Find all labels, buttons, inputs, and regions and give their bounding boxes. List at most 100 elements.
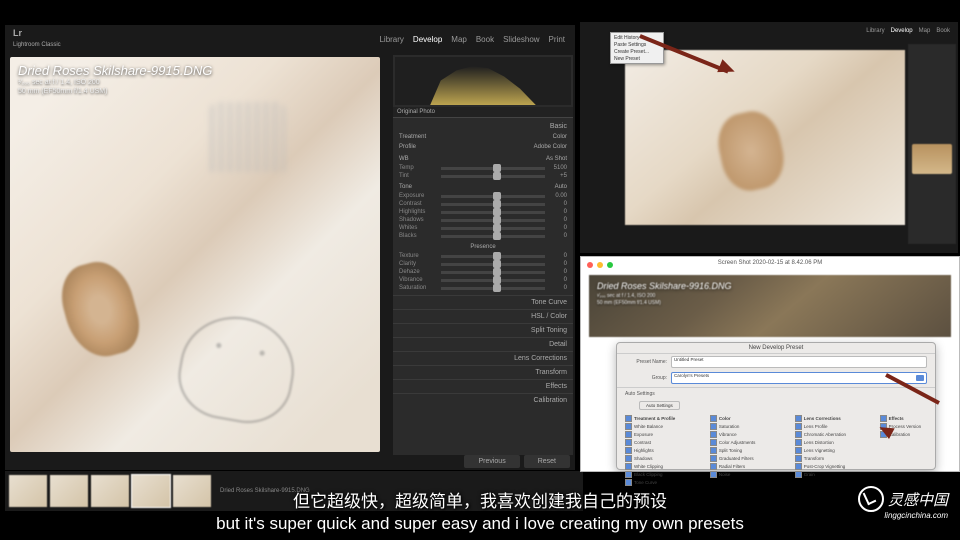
tint-slider[interactable]: Tint+5 xyxy=(399,172,567,180)
checkbox-icon[interactable] xyxy=(625,423,632,430)
slider-track[interactable] xyxy=(441,255,545,258)
checkbox-icon[interactable] xyxy=(625,463,632,470)
checkbox-icon[interactable] xyxy=(795,455,802,462)
panel-split-toning[interactable]: Split Toning xyxy=(393,323,573,337)
checkbox-icon[interactable] xyxy=(795,423,802,430)
preset-option[interactable]: Saturation xyxy=(710,422,789,430)
checkbox-icon[interactable] xyxy=(625,431,632,438)
histogram[interactable] xyxy=(395,57,571,105)
preset-option[interactable]: White Balance xyxy=(625,422,704,430)
preset-option[interactable]: Vibrance xyxy=(710,430,789,438)
slider-track[interactable] xyxy=(441,195,545,198)
module-book-2[interactable]: Book xyxy=(936,28,950,34)
checkbox-icon[interactable] xyxy=(710,471,717,478)
preset-option[interactable]: Shadows xyxy=(625,454,704,462)
slider-track[interactable] xyxy=(441,211,545,214)
close-icon[interactable] xyxy=(587,262,593,268)
panel-tone-curve[interactable]: Tone Curve xyxy=(393,295,573,309)
preset-option[interactable]: Contrast xyxy=(625,438,704,446)
checkbox-icon[interactable] xyxy=(710,455,717,462)
preset-option[interactable]: Grain xyxy=(795,470,874,478)
panel-calibration[interactable]: Calibration xyxy=(393,393,573,407)
checkbox-icon[interactable] xyxy=(625,447,632,454)
slider-thumb[interactable] xyxy=(493,232,501,240)
preset-option[interactable]: Lens Distortion xyxy=(795,438,874,446)
preset-option[interactable]: Exposure xyxy=(625,430,704,438)
slider-track[interactable] xyxy=(441,227,545,230)
preset-option[interactable]: Color Adjustments xyxy=(710,438,789,446)
checkbox-icon[interactable] xyxy=(625,471,632,478)
vibrance-slider[interactable]: Vibrance0 xyxy=(399,276,567,284)
preset-option[interactable]: Transform xyxy=(795,454,874,462)
panel-detail[interactable]: Detail xyxy=(393,337,573,351)
main-photo-canvas[interactable]: Dried Roses Skilshare-9915.DNG ¹⁄₂₀₀ sec… xyxy=(10,57,380,452)
module-develop[interactable]: Develop xyxy=(413,35,442,44)
secondary-photo-canvas[interactable] xyxy=(625,50,905,225)
checkbox-icon[interactable] xyxy=(710,431,717,438)
slider-thumb[interactable] xyxy=(493,172,501,180)
previous-button[interactable]: Previous xyxy=(464,455,519,468)
slider-thumb[interactable] xyxy=(493,260,501,268)
preset-option[interactable]: Lens Profile xyxy=(795,422,874,430)
slider-thumb[interactable] xyxy=(493,284,501,292)
preset-option[interactable]: Radial Filters xyxy=(710,462,789,470)
checkbox-icon[interactable] xyxy=(795,463,802,470)
clarity-slider[interactable]: Clarity0 xyxy=(399,260,567,268)
wb-value[interactable]: As Shot xyxy=(546,156,567,162)
module-library[interactable]: Library xyxy=(379,35,403,44)
whites-slider[interactable]: Whites0 xyxy=(399,224,567,232)
preset-option[interactable]: White Clipping xyxy=(625,462,704,470)
slider-thumb[interactable] xyxy=(493,208,501,216)
checkbox-icon[interactable] xyxy=(710,415,717,422)
module-map[interactable]: Map xyxy=(451,35,467,44)
panel-lens-corrections[interactable]: Lens Corrections xyxy=(393,351,573,365)
module-print[interactable]: Print xyxy=(549,35,565,44)
checkbox-icon[interactable] xyxy=(710,447,717,454)
blacks-slider[interactable]: Blacks0 xyxy=(399,232,567,240)
auto-button[interactable]: Auto xyxy=(555,184,567,190)
slider-track[interactable] xyxy=(441,203,545,206)
slider-thumb[interactable] xyxy=(493,276,501,284)
profile-value[interactable]: Adobe Color xyxy=(534,144,567,150)
panel-effects[interactable]: Effects xyxy=(393,379,573,393)
module-library-2[interactable]: Library xyxy=(866,28,884,34)
checkbox-icon[interactable] xyxy=(710,463,717,470)
preset-option[interactable]: Split Toning xyxy=(710,446,789,454)
texture-slider[interactable]: Texture0 xyxy=(399,252,567,260)
reset-button[interactable]: Reset xyxy=(524,455,570,468)
preset-option[interactable]: Noise xyxy=(710,470,789,478)
slider-thumb[interactable] xyxy=(493,200,501,208)
slider-track[interactable] xyxy=(441,219,545,222)
checkbox-icon[interactable] xyxy=(795,471,802,478)
slider-thumb[interactable] xyxy=(493,224,501,232)
slider-thumb[interactable] xyxy=(493,252,501,260)
shadows-slider[interactable]: Shadows0 xyxy=(399,216,567,224)
exposure-slider[interactable]: Exposure0.00 xyxy=(399,192,567,200)
checkbox-icon[interactable] xyxy=(710,423,717,430)
slider-track[interactable] xyxy=(441,235,545,238)
treatment-value[interactable]: Color xyxy=(553,134,567,140)
checkbox-icon[interactable] xyxy=(625,439,632,446)
preset-option[interactable]: Lens Vignetting xyxy=(795,446,874,454)
slider-track[interactable] xyxy=(441,279,545,282)
minimize-icon[interactable] xyxy=(597,262,603,268)
preset-option[interactable]: Tone Curve xyxy=(625,478,704,486)
checkbox-icon[interactable] xyxy=(795,431,802,438)
basic-header[interactable]: Basic xyxy=(399,121,567,132)
slider-thumb[interactable] xyxy=(493,164,501,172)
slider-thumb[interactable] xyxy=(493,268,501,276)
maximize-icon[interactable] xyxy=(607,262,613,268)
slider-track[interactable] xyxy=(441,263,545,266)
slider-track[interactable] xyxy=(441,287,545,290)
slider-thumb[interactable] xyxy=(493,192,501,200)
checkbox-icon[interactable] xyxy=(795,439,802,446)
auto-settings-button[interactable]: Auto Settings xyxy=(639,401,680,410)
preset-option[interactable]: Post-Crop Vignetting xyxy=(795,462,874,470)
checkbox-icon[interactable] xyxy=(710,439,717,446)
module-map-2[interactable]: Map xyxy=(919,28,931,34)
slider-thumb[interactable] xyxy=(493,216,501,224)
preset-option[interactable]: Highlights xyxy=(625,446,704,454)
checkbox-icon[interactable] xyxy=(625,415,632,422)
panel-hsl[interactable]: HSL / Color xyxy=(393,309,573,323)
contrast-slider[interactable]: Contrast0 xyxy=(399,200,567,208)
